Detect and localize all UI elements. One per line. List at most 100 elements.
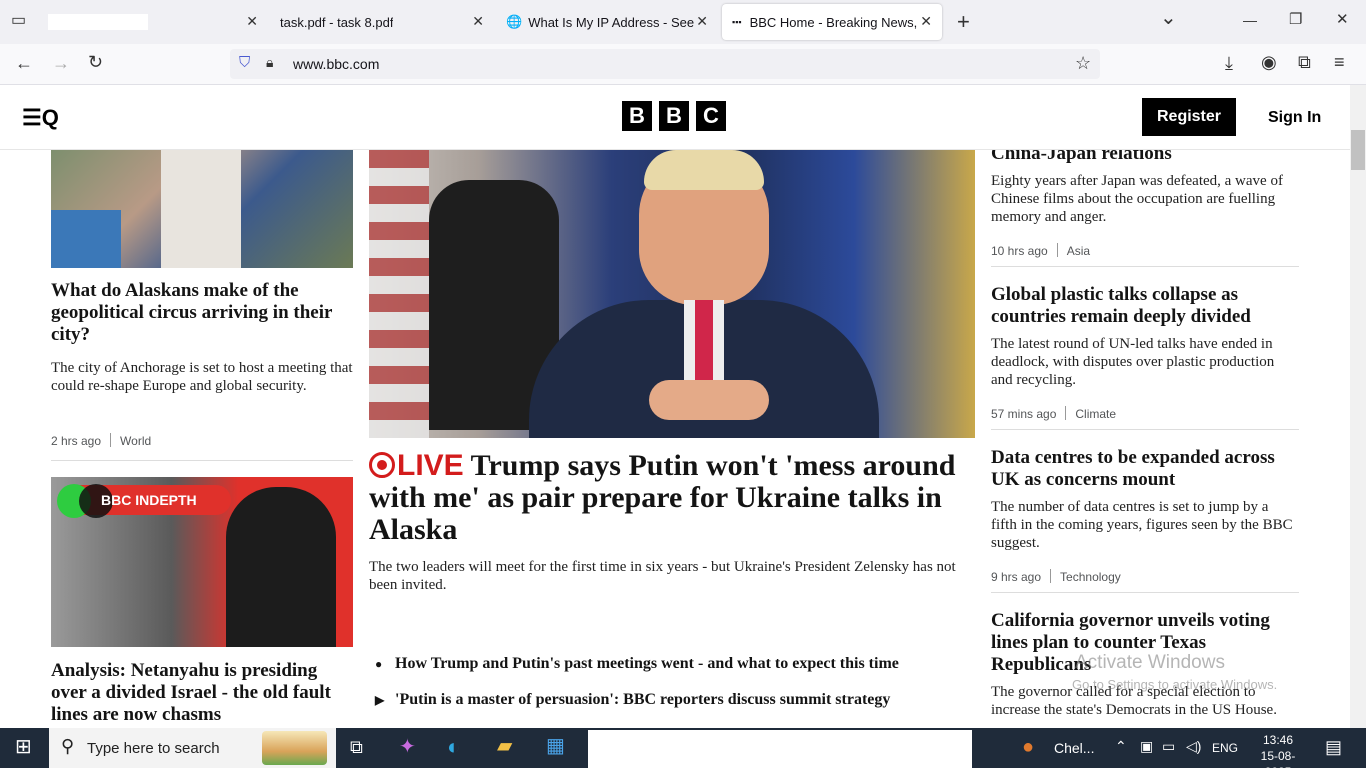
plastic-talks-title[interactable]: Global plastic talks collapse as countri… (991, 284, 1299, 328)
close-window-button[interactable]: ✕ (1336, 12, 1349, 27)
timestamp: 2 hrs ago (51, 434, 102, 448)
sign-in-link[interactable]: Sign In (1268, 109, 1321, 127)
tab-title: BBC Home - Breaking News, Wo (749, 14, 920, 30)
tab-task-pdf[interactable]: task.pdf - task 8.pdf ✕ (272, 4, 494, 40)
plastic-talks-meta: 57 mins ago Climate (991, 406, 1116, 421)
timestamp: 57 mins ago (991, 407, 1057, 421)
page-scrollbar[interactable] (1350, 85, 1366, 728)
alaska-story-title[interactable]: What do Alaskans make of the geopolitica… (51, 280, 353, 346)
redacted-apps (588, 730, 972, 768)
back-button[interactable]: ← (15, 54, 33, 72)
downloads-icon[interactable]: ⤓ (1225, 54, 1233, 72)
plastic-talks-summary: The latest round of UN-led talks have en… (991, 336, 1275, 388)
menu-icon[interactable]: ≡ (1334, 53, 1345, 71)
tab-blank[interactable]: ✕ (48, 4, 268, 40)
tab-ip-address[interactable]: 🌐 What Is My IP Address - See Yo ✕ (498, 4, 718, 40)
register-button[interactable]: Register (1142, 98, 1236, 136)
tab-title: task.pdf - task 8.pdf (280, 14, 394, 30)
china-japan-meta: 10 hrs ago Asia (991, 243, 1090, 258)
weather-icon[interactable]: ● (1022, 737, 1034, 757)
related-link-2[interactable]: ▶ 'Putin is a master of persuasion': BBC … (375, 691, 890, 709)
related-link-1[interactable]: ● How Trump and Putin's past meetings wen… (375, 655, 899, 673)
url-text[interactable]: www.bbc.com (293, 56, 379, 72)
live-icon (369, 452, 395, 478)
divider (991, 266, 1299, 267)
extensions-icon[interactable]: ⧉ (1298, 53, 1311, 71)
trump-story-image[interactable] (369, 150, 975, 438)
scrollbar-thumb[interactable] (1351, 130, 1365, 170)
network-icon[interactable]: ▭ (1162, 739, 1175, 753)
main-story-summary: The two leaders will meet for the first … (369, 559, 956, 593)
weather-label[interactable]: Chel... (1054, 740, 1094, 756)
category-link[interactable]: Technology (1060, 570, 1121, 584)
taskbar-search-box[interactable]: ⚲ Type here to search (49, 728, 336, 768)
netanyahu-story-title[interactable]: Analysis: Netanyahu is presiding over a … (51, 660, 353, 726)
bbc-content: What do Alaskans make of the geopolitica… (0, 150, 1350, 728)
start-button-icon[interactable]: ⊞ (15, 737, 32, 757)
tab-close-icon[interactable]: ✕ (696, 13, 708, 30)
data-centres-meta: 9 hrs ago Technology (991, 569, 1121, 584)
netanyahu-story-image[interactable]: BBC INDEPTH (51, 477, 353, 647)
related-link-text: How Trump and Putin's past meetings went… (395, 655, 899, 672)
notifications-icon[interactable]: ▤ (1325, 738, 1342, 756)
windows-taskbar: ⊞ ⚲ Type here to search ⧉ ✦ ◐ ▰ ▦ ● Chel… (0, 728, 1366, 779)
related-link-text: 'Putin is a master of persuasion': BBC r… (395, 691, 891, 708)
main-story-headline[interactable]: LIVE Trump says Putin won't 'mess around… (369, 450, 974, 546)
tab-title: What Is My IP Address - See Yo (528, 14, 699, 30)
search-highlight-image (262, 731, 327, 765)
new-tab-button[interactable]: + (957, 11, 970, 33)
clock-time: 13:46 (1262, 733, 1294, 747)
meet-now-icon[interactable]: ▣ (1140, 739, 1153, 753)
tab-list-icon[interactable]: ▭ (11, 13, 26, 29)
shield-icon[interactable]: ⛉ (239, 55, 250, 70)
copilot-icon[interactable]: ✦ (399, 737, 416, 757)
edge-icon[interactable]: ◐ (447, 736, 460, 758)
minimize-button[interactable]: — (1243, 13, 1257, 27)
clock[interactable]: 13:46 15-08-2025 (1248, 732, 1308, 780)
tab-close-icon[interactable]: ✕ (920, 13, 932, 30)
tab-close-icon[interactable]: ✕ (472, 13, 484, 30)
play-icon: ▶ (375, 693, 385, 707)
category-link[interactable]: World (120, 434, 151, 448)
url-bar[interactable]: ⛉ 🔒︎ www.bbc.com ☆ (230, 49, 1100, 79)
file-explorer-icon[interactable]: ▰ (497, 736, 512, 756)
globe-icon: 🌐 (506, 14, 523, 29)
bbc-favicon-icon: ▪▪▪ (732, 17, 742, 27)
category-link[interactable]: Climate (1075, 407, 1116, 421)
data-centres-summary: The number of data centres is set to jum… (991, 499, 1293, 551)
china-japan-title[interactable]: China-Japan relations (991, 150, 1299, 165)
language-indicator[interactable]: ENG (1212, 741, 1238, 755)
bullet-icon: ● (375, 657, 383, 671)
tab-close-icon[interactable]: ✕ (246, 13, 258, 30)
browser-tab-bar: ▭ ✕ task.pdf - task 8.pdf ✕ 🌐 What Is My… (0, 0, 1366, 44)
tray-chevron-icon[interactable]: ⌃ (1115, 739, 1127, 753)
task-view-icon[interactable]: ⧉ (350, 738, 363, 756)
watermark-line-2: Go to Settings to activate Windows. (1072, 677, 1278, 692)
reload-button[interactable]: ↻ (88, 53, 103, 71)
category-link[interactable]: Asia (1067, 244, 1090, 258)
lock-icon[interactable]: 🔒︎ (266, 55, 273, 69)
alaska-story-image[interactable] (51, 150, 353, 268)
search-placeholder: Type here to search (87, 740, 220, 757)
alaska-story-summary: The city of Anchorage is set to host a m… (51, 360, 353, 394)
tab-bbc-home[interactable]: ▪▪▪ BBC Home - Breaking News, Wo ✕ (722, 4, 942, 40)
divider (991, 592, 1299, 593)
bbc-header: ☰Q B B C Register Sign In (0, 85, 1350, 150)
bookmark-star-icon[interactable]: ☆ (1075, 54, 1091, 72)
menu-search-button[interactable]: ☰Q (22, 105, 59, 131)
volume-icon[interactable]: ◁) (1186, 739, 1201, 753)
maximize-button[interactable]: ❐ (1289, 12, 1302, 27)
store-icon[interactable]: ▦ (546, 736, 565, 756)
forward-button[interactable]: → (52, 54, 70, 72)
live-label: LIVE (397, 449, 464, 482)
data-centres-title[interactable]: Data centres to be expanded across UK as… (991, 447, 1299, 491)
bbc-logo-b2: B (659, 101, 689, 131)
timestamp: 9 hrs ago (991, 570, 1042, 584)
list-tabs-chevron-icon[interactable]: ⌄ (1160, 8, 1177, 28)
activate-windows-watermark: Activate Windows Go to Settings to activ… (1072, 652, 1278, 692)
china-japan-summary: Eighty years after Japan was defeated, a… (991, 173, 1283, 225)
bbc-indepth-badge: BBC INDEPTH (101, 492, 197, 508)
clock-date: 15-08-2025 (1260, 749, 1296, 779)
account-icon[interactable]: ◉ (1261, 53, 1277, 71)
search-icon: ⚲ (61, 736, 75, 756)
